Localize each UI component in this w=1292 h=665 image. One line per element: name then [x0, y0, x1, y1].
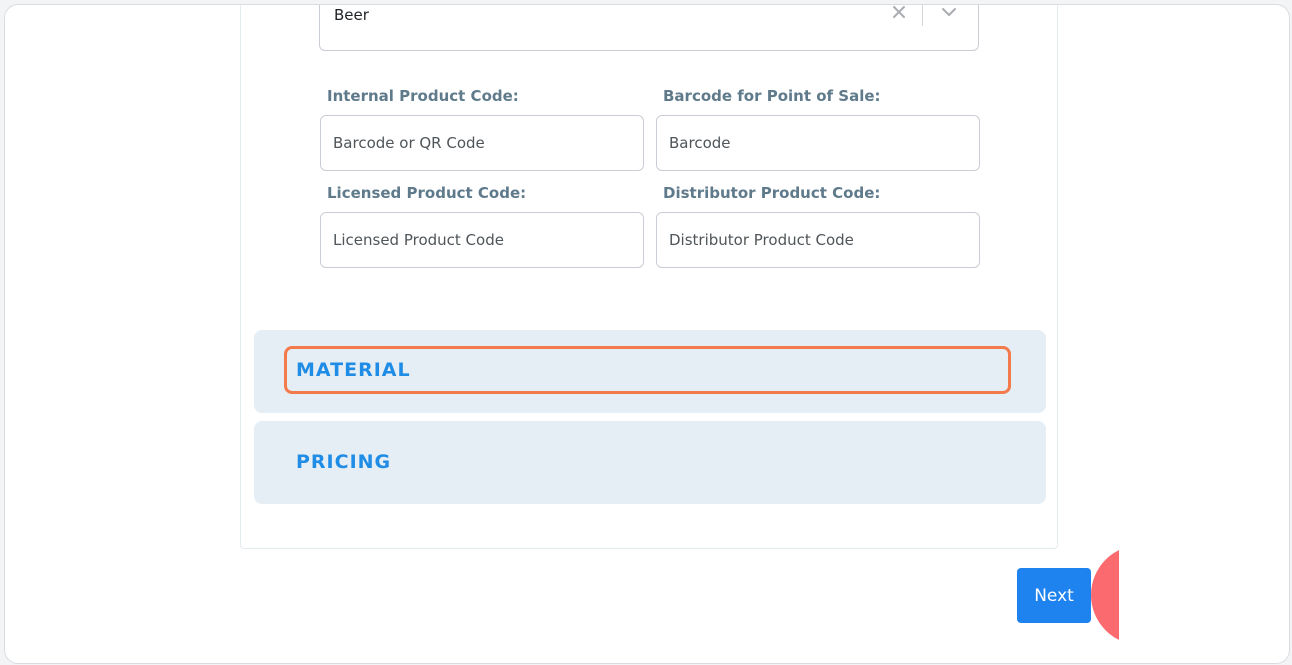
- screen-frame: Beer Internal Product Code: Barcode for …: [4, 4, 1290, 664]
- clear-icon[interactable]: [890, 4, 908, 21]
- pricing-section-header[interactable]: PRICING: [254, 421, 1046, 504]
- chevron-down-icon[interactable]: [940, 4, 958, 20]
- material-highlight-outline: [284, 346, 1011, 394]
- licensed-product-code-input[interactable]: [320, 212, 644, 268]
- distributor-product-code-input[interactable]: [656, 212, 980, 268]
- barcode-pos-input[interactable]: [656, 115, 980, 171]
- internal-product-code-label: Internal Product Code:: [327, 87, 519, 105]
- category-select-value: Beer: [334, 6, 369, 24]
- help-chat-circle: [1091, 545, 1119, 645]
- distributor-product-code-label: Distributor Product Code:: [663, 184, 881, 202]
- category-select[interactable]: Beer: [319, 4, 979, 51]
- internal-product-code-input[interactable]: [320, 115, 644, 171]
- select-separator: [922, 5, 923, 26]
- pricing-section-title: PRICING: [296, 451, 392, 473]
- licensed-product-code-label: Licensed Product Code:: [327, 184, 527, 202]
- next-button[interactable]: Next: [1017, 568, 1091, 623]
- help-chat-button[interactable]: [1091, 545, 1119, 645]
- barcode-pos-label: Barcode for Point of Sale:: [663, 87, 881, 105]
